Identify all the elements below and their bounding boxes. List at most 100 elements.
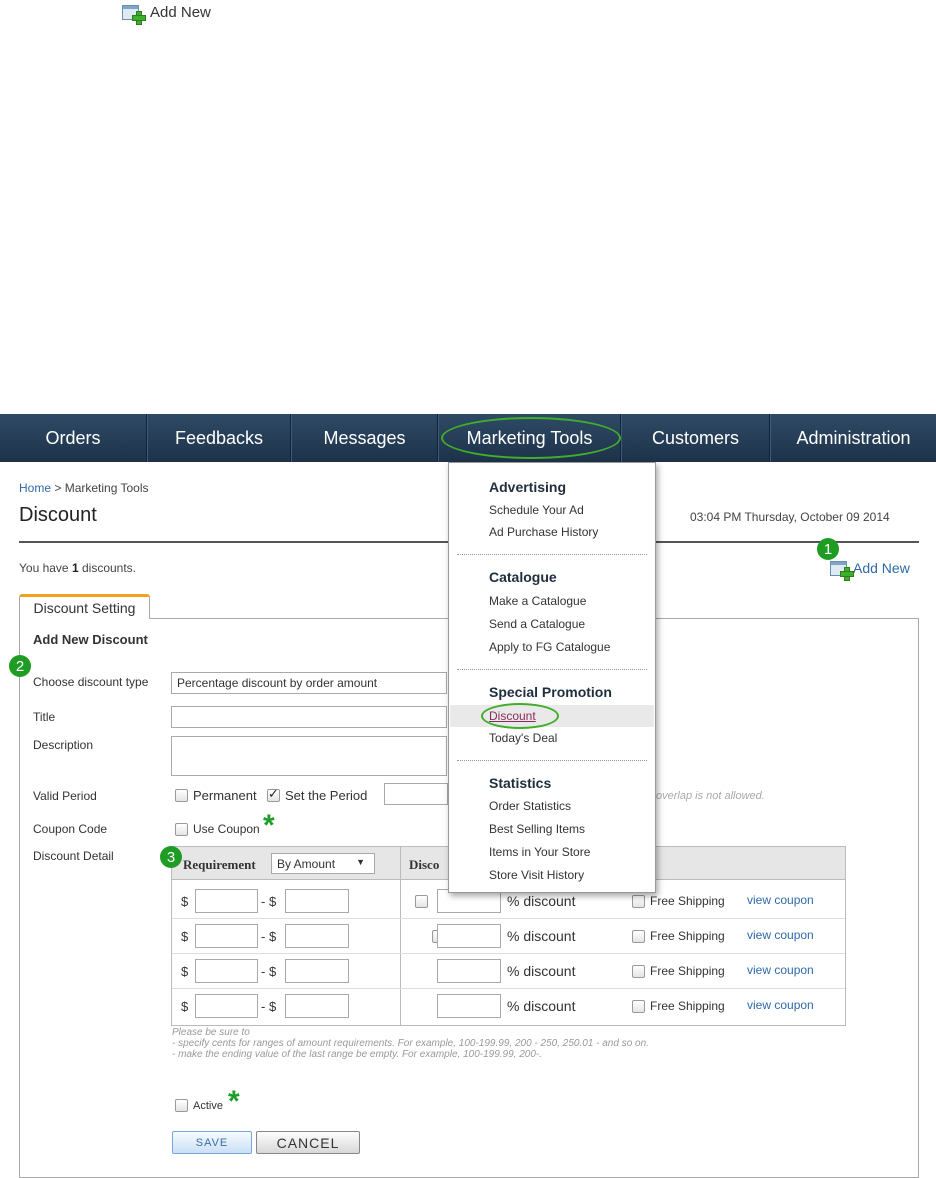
free-shipping-label: Free Shipping bbox=[650, 999, 725, 1013]
currency-symbol: $ bbox=[181, 964, 189, 979]
top-add-new-button[interactable]: Add New bbox=[122, 0, 211, 25]
amount-to-input[interactable] bbox=[285, 994, 349, 1018]
description-label: Description bbox=[33, 738, 94, 752]
menu-heading-catalogue: Catalogue bbox=[489, 569, 557, 585]
discount-count-prefix: You have bbox=[19, 561, 72, 575]
valid-period-label: Valid Period bbox=[33, 789, 97, 803]
save-button[interactable]: SAVE bbox=[172, 1131, 252, 1154]
description-textarea[interactable] bbox=[171, 736, 447, 776]
amount-from-input[interactable] bbox=[195, 994, 258, 1018]
set-period-checkbox[interactable] bbox=[267, 786, 280, 802]
add-document-icon bbox=[830, 559, 854, 581]
use-coupon-checkbox[interactable] bbox=[175, 822, 188, 836]
marketing-tools-highlight-ring bbox=[441, 417, 621, 459]
view-coupon-link[interactable]: view coupon bbox=[747, 893, 814, 907]
active-option: Active bbox=[175, 1099, 223, 1112]
discount-highlight-ring bbox=[481, 703, 559, 729]
menu-item-best-selling[interactable]: Best Selling Items bbox=[489, 822, 585, 836]
requirement-select[interactable]: By Amount ▼ bbox=[271, 853, 375, 874]
nav-administration[interactable]: Administration bbox=[770, 414, 936, 462]
menu-item-store-visit-history[interactable]: Store Visit History bbox=[489, 868, 584, 882]
breadcrumb-home-link[interactable]: Home bbox=[19, 481, 51, 495]
menu-item-apply-fg-catalogue[interactable]: Apply to FG Catalogue bbox=[489, 640, 610, 654]
amount-from-input[interactable] bbox=[195, 889, 258, 913]
step-badge-2: 2 bbox=[9, 655, 31, 677]
step-badge-1: 1 bbox=[817, 538, 839, 560]
overlap-note: overlap is not allowed. bbox=[656, 790, 765, 802]
menu-item-ad-purchase-history[interactable]: Ad Purchase History bbox=[489, 525, 598, 539]
active-label: Active bbox=[193, 1099, 223, 1112]
menu-item-order-statistics[interactable]: Order Statistics bbox=[489, 799, 571, 813]
view-coupon-link[interactable]: view coupon bbox=[747, 963, 814, 977]
section-title: Add New Discount bbox=[33, 632, 148, 647]
add-document-icon bbox=[122, 3, 146, 25]
table-row-divider bbox=[172, 953, 845, 954]
free-shipping-label: Free Shipping bbox=[650, 894, 725, 908]
table-row-divider bbox=[172, 918, 845, 919]
free-shipping-checkbox[interactable] bbox=[632, 929, 645, 943]
free-shipping-checkbox[interactable] bbox=[632, 964, 645, 978]
view-coupon-link[interactable]: view coupon bbox=[747, 928, 814, 942]
menu-heading-special-promotion: Special Promotion bbox=[489, 684, 612, 700]
free-shipping-option: Free Shipping bbox=[632, 964, 725, 978]
range-help-note: Please be sure to - specify cents for ra… bbox=[172, 1027, 649, 1060]
menu-separator bbox=[457, 669, 647, 670]
percent-discount-label: % discount bbox=[507, 963, 576, 979]
free-shipping-label: Free Shipping bbox=[650, 964, 725, 978]
amount-to-input[interactable] bbox=[285, 889, 349, 913]
discount-count-text: You have 1 discounts. bbox=[19, 561, 136, 575]
discount-detail-label: Discount Detail bbox=[33, 849, 114, 863]
menu-item-schedule-ad[interactable]: Schedule Your Ad bbox=[489, 503, 584, 517]
title-label: Title bbox=[33, 710, 56, 724]
percent-discount-label: % discount bbox=[507, 928, 576, 944]
discount-count-suffix: discounts. bbox=[78, 561, 137, 575]
step-badge-3: 3 bbox=[160, 846, 182, 868]
title-input[interactable] bbox=[171, 706, 447, 728]
add-new-discount-label: Add New bbox=[853, 560, 910, 576]
menu-separator bbox=[457, 554, 647, 555]
amount-to-input[interactable] bbox=[285, 924, 349, 948]
free-shipping-checkbox[interactable] bbox=[632, 999, 645, 1013]
note-line: - specify cents for ranges of amount req… bbox=[172, 1038, 649, 1049]
menu-item-items-in-store[interactable]: Items in Your Store bbox=[489, 845, 590, 859]
free-shipping-option: Free Shipping bbox=[632, 894, 725, 908]
period-start-input[interactable] bbox=[384, 783, 448, 805]
current-datetime: 03:04 PM Thursday, October 09 2014 bbox=[690, 510, 890, 524]
coupon-code-label: Coupon Code bbox=[33, 822, 108, 836]
free-shipping-option: Free Shipping bbox=[632, 999, 725, 1013]
amount-from-input[interactable] bbox=[195, 924, 258, 948]
breadcrumb-separator: > bbox=[51, 481, 65, 495]
view-coupon-link[interactable]: view coupon bbox=[747, 998, 814, 1012]
free-shipping-checkbox[interactable] bbox=[632, 894, 645, 908]
amount-to-input[interactable] bbox=[285, 959, 349, 983]
table-row-divider bbox=[172, 988, 845, 989]
add-new-discount-button[interactable]: Add New bbox=[830, 559, 910, 581]
menu-item-send-catalogue[interactable]: Send a Catalogue bbox=[489, 617, 585, 631]
discount-type-select[interactable]: Percentage discount by order amount bbox=[171, 672, 447, 694]
tab-discount-setting[interactable]: Discount Setting bbox=[19, 594, 150, 619]
currency-symbol: $ bbox=[181, 999, 189, 1014]
menu-item-todays-deal[interactable]: Today's Deal bbox=[489, 731, 557, 745]
menu-separator bbox=[457, 760, 647, 761]
permanent-checkbox[interactable] bbox=[175, 789, 188, 802]
currency-symbol: $ bbox=[181, 929, 189, 944]
discount-percent-input[interactable] bbox=[437, 924, 501, 948]
percent-discount-label: % discount bbox=[507, 893, 576, 909]
percent-discount-label: % discount bbox=[507, 998, 576, 1014]
nav-orders[interactable]: Orders bbox=[0, 414, 147, 462]
nav-feedbacks[interactable]: Feedbacks bbox=[147, 414, 291, 462]
discount-percent-input[interactable] bbox=[437, 959, 501, 983]
cancel-button[interactable]: CANCEL bbox=[256, 1131, 360, 1154]
amount-from-input[interactable] bbox=[195, 959, 258, 983]
menu-item-make-catalogue[interactable]: Make a Catalogue bbox=[489, 594, 586, 608]
discount-percent-input[interactable] bbox=[437, 994, 501, 1018]
menu-heading-advertising: Advertising bbox=[489, 479, 567, 495]
free-shipping-option: Free Shipping bbox=[632, 929, 725, 943]
active-checkbox[interactable] bbox=[175, 1099, 188, 1112]
discount-row-checkbox[interactable] bbox=[415, 895, 428, 909]
nav-messages[interactable]: Messages bbox=[291, 414, 438, 462]
requirement-select-value: By Amount bbox=[277, 856, 336, 871]
discount-count-number: 1 bbox=[71, 561, 79, 575]
use-coupon-label: Use Coupon bbox=[193, 822, 260, 836]
nav-customers[interactable]: Customers bbox=[621, 414, 770, 462]
